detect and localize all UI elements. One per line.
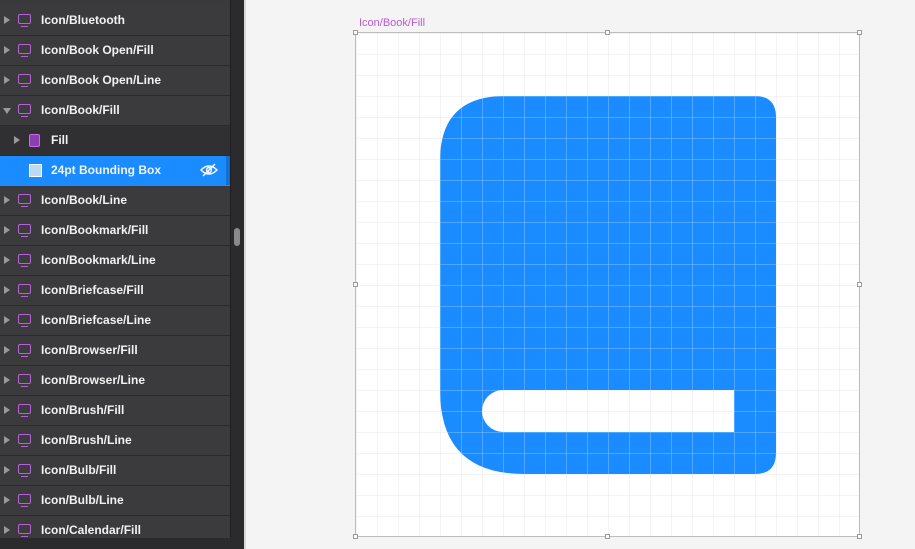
layer-label: Icon/Bluetooth — [41, 13, 125, 27]
disclosure-closed-icon[interactable] — [4, 436, 10, 444]
disclosure-closed-icon[interactable] — [4, 466, 10, 474]
artboard-canvas[interactable] — [353, 30, 862, 539]
artboard-icon — [18, 104, 31, 117]
resize-handle-right[interactable] — [857, 282, 862, 287]
layer-row[interactable]: Icon/Browser/Line — [0, 366, 230, 396]
disclosure-open-icon[interactable] — [3, 108, 11, 114]
layer-label: Icon/Brush/Fill — [41, 403, 125, 417]
canvas-divider — [244, 0, 246, 549]
artboard-icon — [18, 44, 31, 57]
artboard-icon — [18, 74, 31, 87]
book-fill-icon[interactable] — [356, 33, 859, 536]
layer-label: Icon/Bulb/Line — [41, 493, 124, 507]
layer-label: Icon/Book/Line — [41, 193, 128, 207]
layer-row[interactable]: Icon/Briefcase/Line — [0, 306, 230, 336]
resize-handle-top-left[interactable] — [353, 30, 358, 35]
layer-label: Icon/Bookmark/Line — [41, 253, 156, 267]
artboard-icon — [18, 224, 31, 237]
resize-handle-top-right[interactable] — [857, 30, 862, 35]
disclosure-closed-icon[interactable] — [4, 316, 10, 324]
disclosure-closed-icon[interactable] — [4, 76, 10, 84]
layer-row[interactable]: Icon/Bulb/Fill — [0, 456, 230, 486]
layer-label: Icon/Book Open/Fill — [41, 43, 154, 57]
group-icon — [29, 134, 40, 147]
eye-slash-icon[interactable] — [200, 163, 218, 177]
resize-handle-bottom-right[interactable] — [857, 534, 862, 539]
layer-row[interactable]: Icon/Briefcase/Fill — [0, 276, 230, 306]
artboard-icon — [18, 344, 31, 357]
artboard-icon — [18, 404, 31, 417]
artboard-icon — [18, 524, 31, 537]
layer-row-selected[interactable]: 24pt Bounding Box — [0, 156, 230, 186]
layer-label: Fill — [51, 133, 69, 147]
scrollbar-thumb[interactable] — [234, 228, 240, 246]
layer-list: Icon/Bluetooth Icon/Book Open/Fill Icon/Bo… — [0, 6, 230, 546]
layer-row[interactable]: Icon/Brush/Line — [0, 426, 230, 456]
disclosure-closed-icon[interactable] — [4, 226, 10, 234]
artboard-icon — [18, 254, 31, 267]
resize-handle-bottom-left[interactable] — [353, 534, 358, 539]
layer-label: Icon/Briefcase/Line — [41, 313, 152, 327]
artboard-icon — [18, 284, 31, 297]
disclosure-closed-icon[interactable] — [4, 406, 10, 414]
layer-label: Icon/Bulb/Fill — [41, 463, 117, 477]
resize-handle-left[interactable] — [353, 282, 358, 287]
layer-row[interactable]: Icon/Brush/Fill — [0, 396, 230, 426]
artboard-icon — [18, 14, 31, 27]
layer-label: Icon/Bookmark/Fill — [41, 223, 149, 237]
disclosure-closed-icon[interactable] — [4, 46, 10, 54]
resize-handle-top[interactable] — [605, 30, 610, 35]
disclosure-closed-icon[interactable] — [4, 526, 10, 534]
layer-label: 24pt Bounding Box — [51, 163, 161, 177]
artboard-icon — [18, 434, 31, 447]
layer-label: Icon/Browser/Fill — [41, 343, 138, 357]
layer-label: Icon/Book/Fill — [41, 103, 120, 117]
layer-row[interactable]: Icon/Book/Fill — [0, 96, 230, 126]
artboard-icon — [18, 194, 31, 207]
disclosure-closed-icon[interactable] — [4, 286, 10, 294]
artboard-icon — [18, 314, 31, 327]
artboard-icon — [18, 374, 31, 387]
layer-label: Icon/Briefcase/Fill — [41, 283, 144, 297]
pixel-grid-overlay — [356, 33, 859, 536]
layer-row[interactable]: Icon/Bluetooth — [0, 6, 230, 36]
layer-label: Icon/Book Open/Line — [41, 73, 162, 87]
layer-row[interactable]: Icon/Bookmark/Line — [0, 246, 230, 276]
square-icon — [29, 164, 42, 177]
layers-scrollbar[interactable] — [230, 0, 244, 549]
sidebar-footer — [0, 538, 244, 549]
layer-row[interactable]: Fill — [0, 126, 230, 156]
layer-row[interactable]: Icon/Bookmark/Fill — [0, 216, 230, 246]
artboard-icon — [18, 464, 31, 477]
artboard-title[interactable]: Icon/Book/Fill — [359, 17, 425, 29]
layer-row[interactable]: Icon/Book/Line — [0, 186, 230, 216]
disclosure-closed-icon[interactable] — [4, 346, 10, 354]
layer-row[interactable]: Icon/Browser/Fill — [0, 336, 230, 366]
layer-row[interactable]: Icon/Bulb/Line — [0, 486, 230, 516]
layer-row[interactable]: Icon/Book Open/Line — [0, 66, 230, 96]
resize-handle-bottom[interactable] — [605, 534, 610, 539]
disclosure-closed-icon[interactable] — [4, 376, 10, 384]
disclosure-closed-icon[interactable] — [4, 256, 10, 264]
disclosure-closed-icon[interactable] — [4, 16, 10, 24]
layer-row[interactable]: Icon/Book Open/Fill — [0, 36, 230, 66]
artboard-icon — [18, 494, 31, 507]
layer-label: Icon/Browser/Line — [41, 373, 146, 387]
disclosure-closed-icon[interactable] — [4, 196, 10, 204]
layers-panel: Icon/Bluetooth Icon/Book Open/Fill Icon/Bo… — [0, 0, 230, 549]
disclosure-closed-icon[interactable] — [4, 496, 10, 504]
layer-label: Icon/Brush/Line — [41, 433, 132, 447]
disclosure-closed-icon[interactable] — [14, 136, 20, 144]
